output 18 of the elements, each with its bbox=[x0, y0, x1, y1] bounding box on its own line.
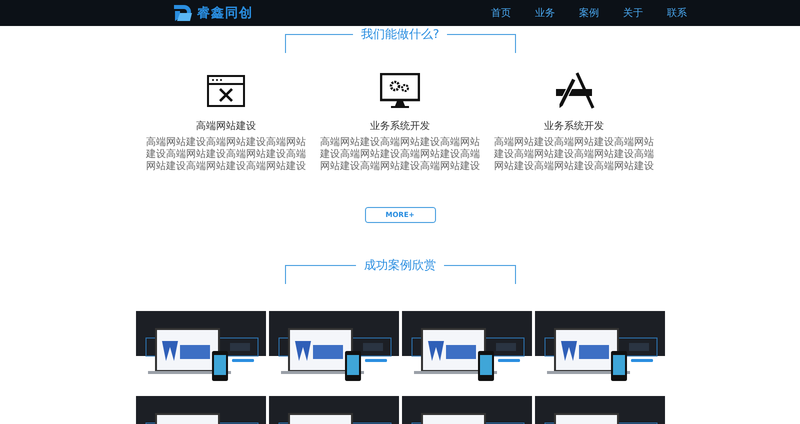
browser-tools-icon bbox=[207, 72, 245, 110]
nav-link[interactable]: 案例 bbox=[579, 6, 599, 20]
section-title: 我们能做什么? bbox=[352, 26, 448, 42]
logo-text[interactable]: 睿鑫同创 bbox=[197, 4, 253, 22]
section-title: 成功案例欣赏 bbox=[356, 257, 444, 273]
service-description: 高端网站建设高端网站建设高端网站建设高端网站建设高端网站建设高端网站建设高端网站建设高端网站建设 bbox=[493, 137, 655, 173]
nav-link[interactable]: 首页 bbox=[491, 6, 511, 20]
logo-icon[interactable] bbox=[172, 4, 194, 22]
service-description: 高端网站建设高端网站建设高端网站建设高端网站建设高端网站建设高端网站建设高端网站建设高端网站建设 bbox=[319, 137, 481, 173]
service-description: 高端网站建设高端网站建设高端网站建设高端网站建设高端网站建设高端网站建设高端网站建设高端网站建设 bbox=[145, 137, 307, 173]
service-title: 高端网站建设 bbox=[196, 120, 256, 133]
nav-link[interactable]: 联系 bbox=[667, 6, 687, 20]
service-title: 业务系统开发 bbox=[544, 120, 604, 133]
monitor-gears-icon bbox=[380, 72, 420, 110]
nav-link[interactable]: 业务 bbox=[535, 6, 555, 20]
nav-link[interactable]: 关于 bbox=[623, 6, 643, 20]
pencil-ruler-icon bbox=[553, 72, 595, 110]
service-title: 业务系统开发 bbox=[370, 120, 430, 133]
